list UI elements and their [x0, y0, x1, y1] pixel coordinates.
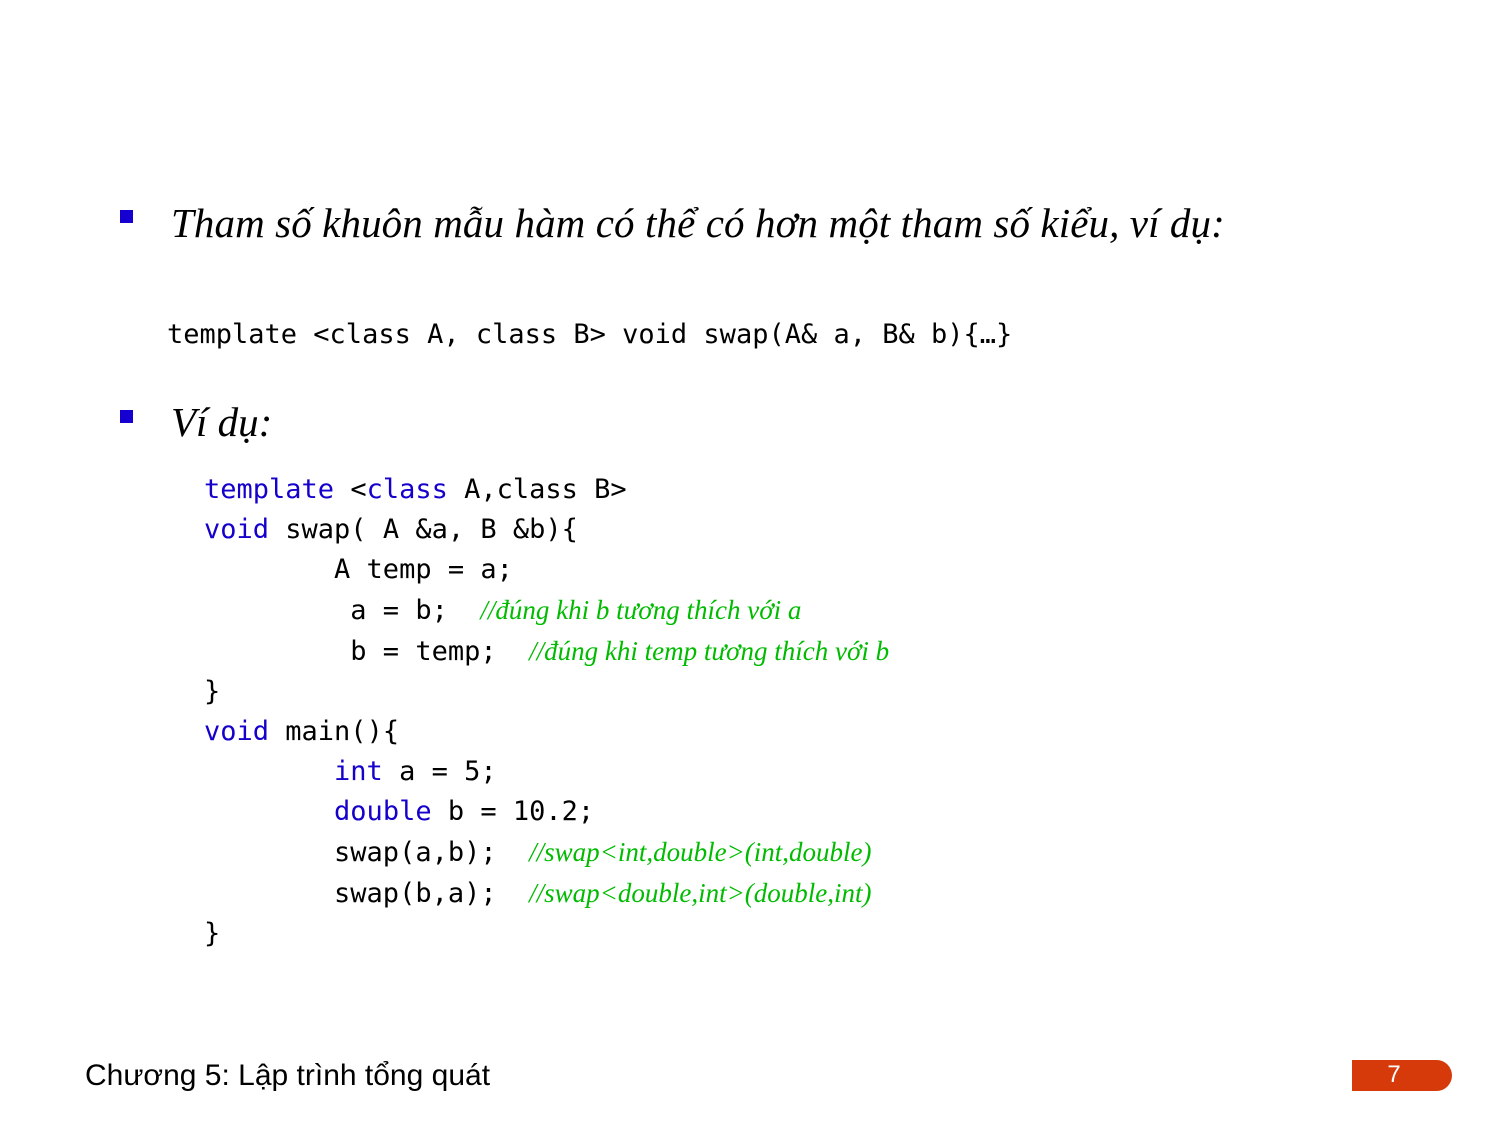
code-comment: //swap<double,int>(double,int): [529, 878, 872, 908]
inline-code-line: template <class A, class B> void swap(A&…: [167, 319, 1013, 350]
code-text: b = 10.2;: [431, 796, 595, 827]
code-text: }: [204, 918, 221, 949]
code-text: b = temp;: [204, 636, 530, 667]
code-keyword: int: [334, 756, 383, 787]
code-comment: //đúng khi temp tương thích với b: [529, 636, 890, 666]
code-text: swap(b,a);: [204, 878, 530, 909]
code-text: a = 5;: [382, 756, 497, 787]
code-keyword: void: [204, 514, 270, 545]
code-text: }: [204, 676, 221, 707]
code-text: A temp = a;: [204, 554, 513, 585]
code-keyword: double: [334, 796, 432, 827]
square-bullet-icon: [120, 210, 133, 223]
code-text: main(){: [269, 716, 400, 747]
code-line: A temp = a;: [204, 550, 889, 590]
code-line: a = b; //đúng khi b tương thích với a: [204, 590, 889, 631]
code-line: void main(){: [204, 712, 889, 752]
code-text: <: [350, 474, 367, 505]
code-line: void swap( A &a, B &b){: [204, 510, 889, 550]
bullet-item-1-label: Tham số khuôn mẫu hàm có thể có hơn một …: [171, 200, 1225, 246]
code-line: }: [204, 914, 889, 954]
code-line: b = temp; //đúng khi temp tương thích vớ…: [204, 631, 889, 672]
code-text: a = b;: [204, 595, 481, 626]
code-line: swap(a,b); //swap<int,double>(int,double…: [204, 832, 889, 873]
code-comment: //đúng khi b tương thích với a: [480, 595, 802, 625]
code-line: swap(b,a); //swap<double,int>(double,int…: [204, 873, 889, 914]
code-text: swap(a,b);: [204, 837, 530, 868]
code-block: template <class A,class B> void swap( A &…: [204, 470, 889, 954]
code-text: swap( A &a, B &b){: [269, 514, 578, 545]
code-keyword: class: [366, 474, 448, 505]
code-keyword: void: [204, 716, 270, 747]
bullet-item-1: Tham số khuôn mẫu hàm có thể có hơn một …: [120, 196, 1410, 250]
code-keyword: template: [204, 474, 351, 505]
code-line: }: [204, 672, 889, 712]
page-number-label: 7: [1387, 1060, 1401, 1088]
bullet-item-2: Ví dụ:: [120, 397, 720, 447]
code-line: template <class A,class B>: [204, 470, 889, 510]
code-line: int a = 5;: [204, 752, 889, 792]
code-line: double b = 10.2;: [204, 792, 889, 832]
slide-canvas: Tham số khuôn mẫu hàm có thể có hơn một …: [0, 0, 1499, 1124]
footer-chapter-title: Chương 5: Lập trình tổng quát: [85, 1059, 491, 1092]
square-bullet-icon: [120, 410, 133, 423]
code-comment: //swap<int,double>(int,double): [529, 837, 872, 867]
bullet-item-2-label: Ví dụ:: [171, 399, 273, 445]
code-text: A,class B>: [447, 474, 627, 505]
page-number-badge: 7: [1352, 1060, 1452, 1091]
